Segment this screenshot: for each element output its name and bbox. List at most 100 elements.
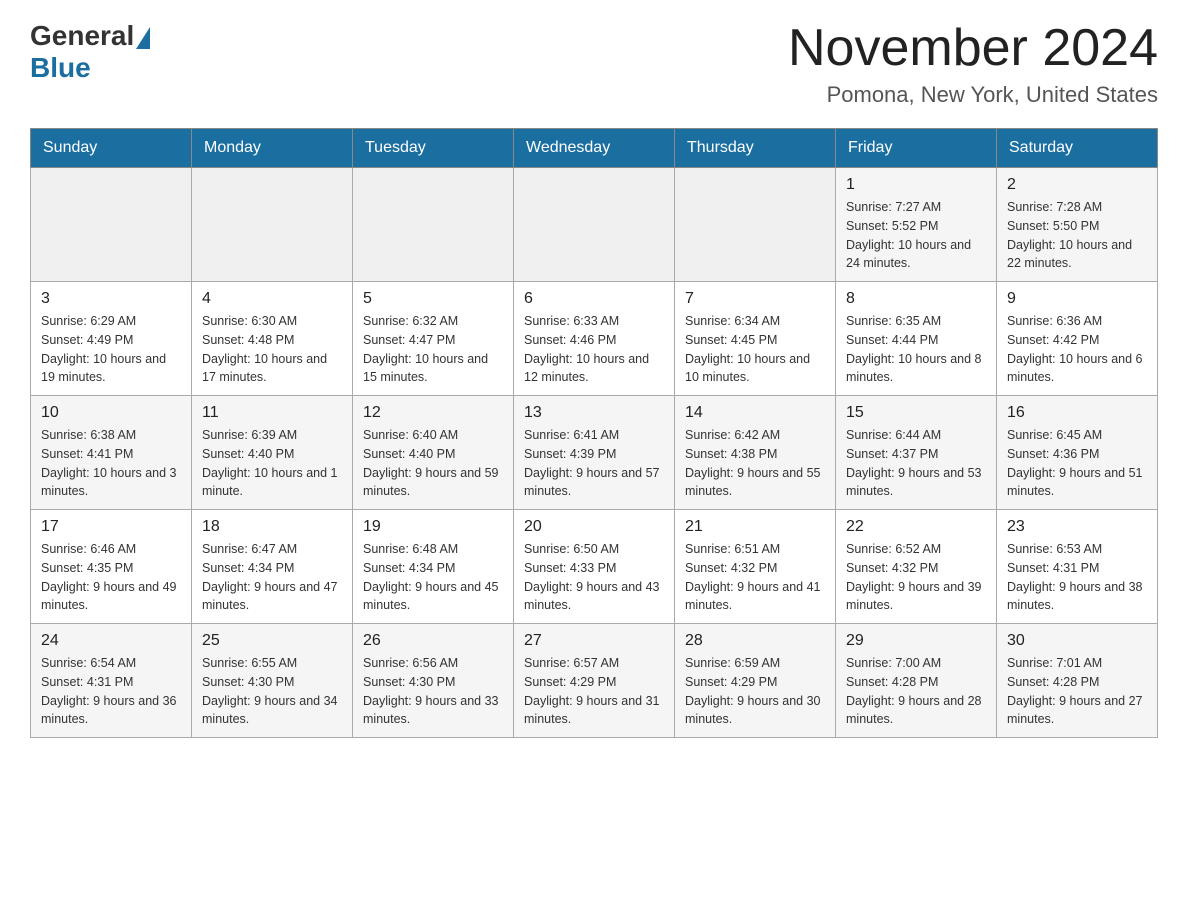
weekday-header-sunday: Sunday xyxy=(31,129,192,168)
day-number: 22 xyxy=(846,518,986,536)
day-info: Sunrise: 6:45 AM Sunset: 4:36 PM Dayligh… xyxy=(1007,426,1147,501)
day-info: Sunrise: 6:41 AM Sunset: 4:39 PM Dayligh… xyxy=(524,426,664,501)
calendar-cell: 28Sunrise: 6:59 AM Sunset: 4:29 PM Dayli… xyxy=(675,624,836,738)
calendar-cell xyxy=(675,168,836,282)
day-info: Sunrise: 6:52 AM Sunset: 4:32 PM Dayligh… xyxy=(846,540,986,615)
calendar-cell: 29 Sunrise: 7:00 AM Sunset: 4:28 PM Dayli… xyxy=(836,624,997,738)
calendar-cell: 26 Sunrise: 6:56 AM Sunset: 4:30 PM Dayli… xyxy=(353,624,514,738)
day-info: Sunrise: 6:55 AM Sunset: 4:30 PM Dayligh… xyxy=(202,654,342,729)
day-number: 14 xyxy=(685,404,825,422)
day-number: 19 xyxy=(363,518,503,536)
day-number: 11 xyxy=(202,404,342,422)
day-number: 7 xyxy=(685,290,825,308)
logo-blue-text: Blue xyxy=(30,52,91,84)
weekday-header-wednesday: Wednesday xyxy=(514,129,675,168)
calendar-cell: 2Sunrise: 7:28 AM Sunset: 5:50 PM Daylig… xyxy=(997,168,1158,282)
day-number: 16 xyxy=(1007,404,1147,422)
calendar-cell: 7Sunrise: 6:34 AM Sunset: 4:45 PM Daylig… xyxy=(675,282,836,396)
calendar-cell: 13 Sunrise: 6:41 AM Sunset: 4:39 PM Dayli… xyxy=(514,396,675,510)
day-info: Sunrise: 6:47 AM Sunset: 4:34 PM Dayligh… xyxy=(202,540,342,615)
location-title: Pomona, New York, United States xyxy=(788,82,1158,108)
day-info: Sunrise: 6:57 AM Sunset: 4:29 PM Dayligh… xyxy=(524,654,664,729)
day-info: Sunrise: 6:59 AM Sunset: 4:29 PM Dayligh… xyxy=(685,654,825,729)
calendar-cell: 8 Sunrise: 6:35 AM Sunset: 4:44 PM Daylig… xyxy=(836,282,997,396)
weekday-header-saturday: Saturday xyxy=(997,129,1158,168)
calendar-cell: 10 Sunrise: 6:38 AM Sunset: 4:41 PM Dayli… xyxy=(31,396,192,510)
page-header: General Blue November 2024 Pomona, New Y… xyxy=(30,20,1158,108)
calendar-cell: 12Sunrise: 6:40 AM Sunset: 4:40 PM Dayli… xyxy=(353,396,514,510)
calendar-cell: 27 Sunrise: 6:57 AM Sunset: 4:29 PM Dayli… xyxy=(514,624,675,738)
day-info: Sunrise: 6:30 AM Sunset: 4:48 PM Dayligh… xyxy=(202,312,342,387)
day-info: Sunrise: 6:38 AM Sunset: 4:41 PM Dayligh… xyxy=(41,426,181,501)
day-info: Sunrise: 7:27 AM Sunset: 5:52 PM Dayligh… xyxy=(846,198,986,273)
calendar-header-row: SundayMondayTuesdayWednesdayThursdayFrid… xyxy=(31,129,1158,168)
day-number: 4 xyxy=(202,290,342,308)
day-info: Sunrise: 7:00 AM Sunset: 4:28 PM Dayligh… xyxy=(846,654,986,729)
day-info: Sunrise: 6:56 AM Sunset: 4:30 PM Dayligh… xyxy=(363,654,503,729)
logo-general-text: General xyxy=(30,20,134,52)
calendar-cell: 14Sunrise: 6:42 AM Sunset: 4:38 PM Dayli… xyxy=(675,396,836,510)
day-number: 27 xyxy=(524,632,664,650)
day-info: Sunrise: 7:01 AM Sunset: 4:28 PM Dayligh… xyxy=(1007,654,1147,729)
calendar-cell: 30Sunrise: 7:01 AM Sunset: 4:28 PM Dayli… xyxy=(997,624,1158,738)
day-info: Sunrise: 6:46 AM Sunset: 4:35 PM Dayligh… xyxy=(41,540,181,615)
day-number: 20 xyxy=(524,518,664,536)
calendar-cell: 5 Sunrise: 6:32 AM Sunset: 4:47 PM Daylig… xyxy=(353,282,514,396)
calendar-cell: 17Sunrise: 6:46 AM Sunset: 4:35 PM Dayli… xyxy=(31,510,192,624)
calendar-cell: 4 Sunrise: 6:30 AM Sunset: 4:48 PM Daylig… xyxy=(192,282,353,396)
calendar-cell: 24 Sunrise: 6:54 AM Sunset: 4:31 PM Dayli… xyxy=(31,624,192,738)
day-number: 8 xyxy=(846,290,986,308)
day-number: 6 xyxy=(524,290,664,308)
calendar-cell xyxy=(514,168,675,282)
day-number: 21 xyxy=(685,518,825,536)
day-info: Sunrise: 6:48 AM Sunset: 4:34 PM Dayligh… xyxy=(363,540,503,615)
calendar-week-row: 10 Sunrise: 6:38 AM Sunset: 4:41 PM Dayli… xyxy=(31,396,1158,510)
month-title: November 2024 xyxy=(788,20,1158,77)
day-number: 23 xyxy=(1007,518,1147,536)
day-number: 10 xyxy=(41,404,181,422)
day-info: Sunrise: 6:29 AM Sunset: 4:49 PM Dayligh… xyxy=(41,312,181,387)
day-number: 18 xyxy=(202,518,342,536)
day-info: Sunrise: 6:44 AM Sunset: 4:37 PM Dayligh… xyxy=(846,426,986,501)
day-number: 15 xyxy=(846,404,986,422)
logo-triangle-icon xyxy=(136,27,150,49)
day-number: 26 xyxy=(363,632,503,650)
calendar-cell: 18 Sunrise: 6:47 AM Sunset: 4:34 PM Dayli… xyxy=(192,510,353,624)
day-number: 9 xyxy=(1007,290,1147,308)
calendar-cell xyxy=(192,168,353,282)
calendar-cell: 11 Sunrise: 6:39 AM Sunset: 4:40 PM Dayli… xyxy=(192,396,353,510)
day-info: Sunrise: 6:35 AM Sunset: 4:44 PM Dayligh… xyxy=(846,312,986,387)
weekday-header-thursday: Thursday xyxy=(675,129,836,168)
day-number: 13 xyxy=(524,404,664,422)
day-info: Sunrise: 6:53 AM Sunset: 4:31 PM Dayligh… xyxy=(1007,540,1147,615)
calendar-cell: 19 Sunrise: 6:48 AM Sunset: 4:34 PM Dayli… xyxy=(353,510,514,624)
day-info: Sunrise: 6:54 AM Sunset: 4:31 PM Dayligh… xyxy=(41,654,181,729)
calendar-week-row: 1 Sunrise: 7:27 AM Sunset: 5:52 PM Daylig… xyxy=(31,168,1158,282)
calendar-cell: 3 Sunrise: 6:29 AM Sunset: 4:49 PM Daylig… xyxy=(31,282,192,396)
calendar-week-row: 24 Sunrise: 6:54 AM Sunset: 4:31 PM Dayli… xyxy=(31,624,1158,738)
day-number: 2 xyxy=(1007,176,1147,194)
day-number: 24 xyxy=(41,632,181,650)
calendar-cell xyxy=(31,168,192,282)
day-info: Sunrise: 6:51 AM Sunset: 4:32 PM Dayligh… xyxy=(685,540,825,615)
day-info: Sunrise: 6:39 AM Sunset: 4:40 PM Dayligh… xyxy=(202,426,342,501)
weekday-header-friday: Friday xyxy=(836,129,997,168)
day-number: 25 xyxy=(202,632,342,650)
day-number: 5 xyxy=(363,290,503,308)
day-number: 1 xyxy=(846,176,986,194)
calendar-cell: 25 Sunrise: 6:55 AM Sunset: 4:30 PM Dayli… xyxy=(192,624,353,738)
day-number: 3 xyxy=(41,290,181,308)
calendar-cell: 9Sunrise: 6:36 AM Sunset: 4:42 PM Daylig… xyxy=(997,282,1158,396)
calendar-cell: 6 Sunrise: 6:33 AM Sunset: 4:46 PM Daylig… xyxy=(514,282,675,396)
title-section: November 2024 Pomona, New York, United S… xyxy=(788,20,1158,108)
calendar-table: SundayMondayTuesdayWednesdayThursdayFrid… xyxy=(30,128,1158,738)
day-info: Sunrise: 6:40 AM Sunset: 4:40 PM Dayligh… xyxy=(363,426,503,501)
calendar-cell: 1 Sunrise: 7:27 AM Sunset: 5:52 PM Daylig… xyxy=(836,168,997,282)
logo: General Blue xyxy=(30,20,152,84)
day-info: Sunrise: 6:32 AM Sunset: 4:47 PM Dayligh… xyxy=(363,312,503,387)
calendar-cell xyxy=(353,168,514,282)
day-info: Sunrise: 6:33 AM Sunset: 4:46 PM Dayligh… xyxy=(524,312,664,387)
day-number: 29 xyxy=(846,632,986,650)
calendar-cell: 20Sunrise: 6:50 AM Sunset: 4:33 PM Dayli… xyxy=(514,510,675,624)
calendar-week-row: 3 Sunrise: 6:29 AM Sunset: 4:49 PM Daylig… xyxy=(31,282,1158,396)
